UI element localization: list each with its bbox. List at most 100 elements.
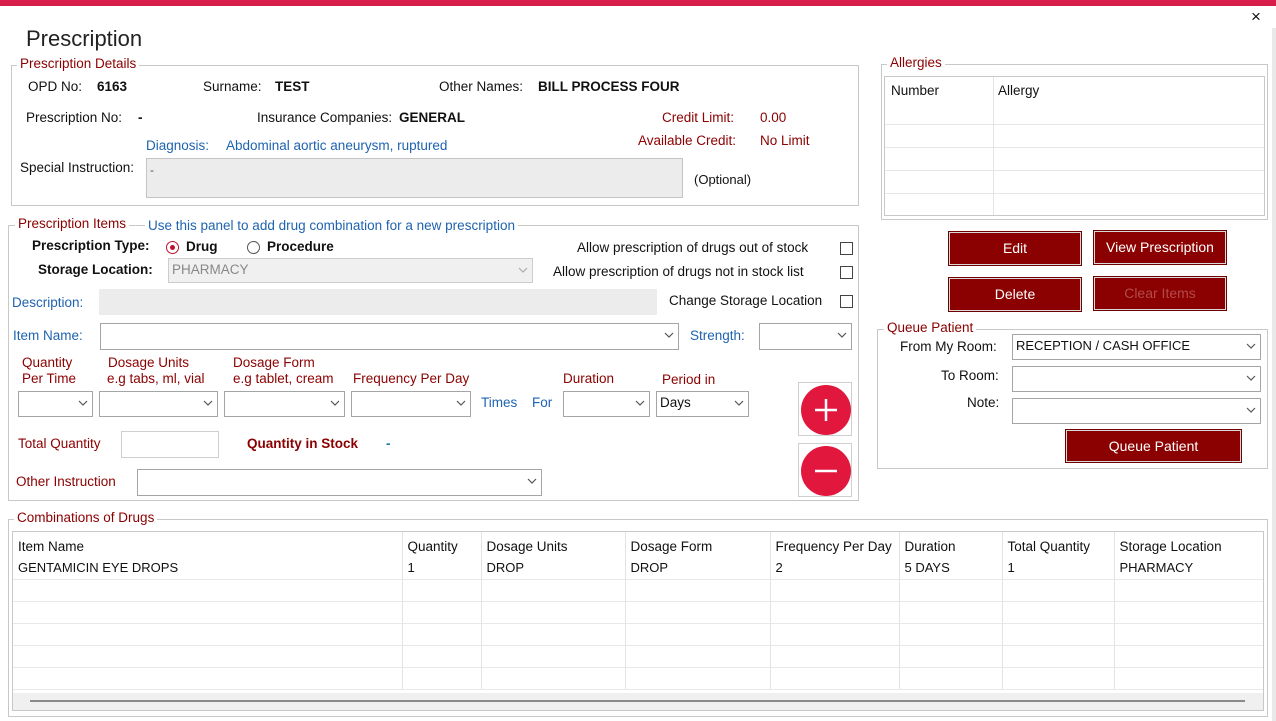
queue-patient-button[interactable]: Queue Patient	[1065, 429, 1242, 463]
from-room-value: RECEPTION / CASH OFFICE	[1016, 338, 1191, 353]
allow-not-in-list-label: Allow prescription of drugs not in stock…	[553, 264, 804, 279]
remove-item-button[interactable]	[798, 443, 852, 497]
surname-label: Surname:	[203, 79, 262, 94]
prescription-no-value: -	[138, 110, 143, 125]
cell-total-quantity: 1	[1002, 557, 1115, 580]
strength-select[interactable]	[759, 323, 852, 350]
quantity-per-time-label: Quantity Per Time	[22, 355, 77, 386]
chevron-down-icon	[664, 324, 674, 338]
credit-limit-label: Credit Limit:	[662, 110, 735, 125]
procedure-radio[interactable]	[247, 241, 260, 254]
special-instruction-field[interactable]: -	[146, 158, 683, 198]
queue-patient-legend: Queue Patient	[884, 320, 977, 335]
table-row	[13, 623, 1263, 646]
duration-select[interactable]	[563, 391, 650, 417]
col-quantity[interactable]: Quantity	[402, 532, 482, 557]
note-select[interactable]	[1012, 398, 1261, 424]
storage-location-select[interactable]: PHARMACY	[168, 258, 533, 283]
for-label: For	[532, 395, 553, 410]
allow-not-in-list-checkbox[interactable]	[840, 266, 853, 279]
chevron-down-icon	[1246, 335, 1256, 349]
other-instruction-select[interactable]	[137, 469, 542, 496]
other-names-value: BILL PROCESS FOUR	[538, 79, 680, 94]
opd-value: 6163	[97, 79, 128, 94]
dosage-form-label: Dosage Form e.g tablet, cream	[233, 355, 334, 386]
from-room-label: From My Room:	[900, 339, 997, 354]
optional-label: (Optional)	[694, 172, 752, 187]
frequency-select[interactable]	[351, 391, 471, 417]
to-room-select[interactable]	[1012, 366, 1261, 392]
col-item-name[interactable]: Item Name	[13, 532, 403, 557]
to-room-label: To Room:	[941, 368, 999, 383]
prescription-items-legend: Prescription Items	[15, 216, 130, 231]
other-instruction-label: Other Instruction	[16, 474, 116, 489]
surname-value: TEST	[275, 79, 310, 94]
dosage-units-label: Dosage Units e.g tabs, ml, vial	[107, 355, 205, 386]
allow-out-of-stock-checkbox[interactable]	[840, 242, 853, 255]
edit-button[interactable]: Edit	[948, 231, 1082, 266]
table-row	[13, 579, 1263, 602]
table-row	[13, 601, 1263, 624]
close-icon[interactable]: ×	[1246, 8, 1266, 26]
period-label: Period in	[662, 372, 716, 387]
prescription-type-label: Prescription Type:	[32, 238, 150, 253]
diagnosis-label: Diagnosis:	[146, 138, 210, 153]
description-label: Description:	[12, 295, 84, 310]
item-name-select[interactable]	[100, 323, 679, 350]
credit-limit-value: 0.00	[760, 110, 787, 125]
col-total-quantity[interactable]: Total Quantity	[1002, 532, 1115, 557]
cell-quantity: 1	[402, 557, 482, 580]
storage-location-value: PHARMACY	[172, 262, 249, 277]
other-names-label: Other Names:	[439, 79, 524, 94]
allow-out-of-stock-label: Allow prescription of drugs out of stock	[577, 240, 809, 255]
from-room-select[interactable]: RECEPTION / CASH OFFICE	[1012, 334, 1261, 360]
col-dosage-form[interactable]: Dosage Form	[625, 532, 771, 557]
total-quantity-field[interactable]	[121, 431, 219, 458]
chevron-down-icon	[635, 392, 645, 406]
cell-dosage-form: DROP	[625, 557, 771, 580]
insurance-value: GENERAL	[399, 110, 466, 125]
clear-items-button[interactable]: Clear Items	[1093, 276, 1227, 311]
quantity-in-stock-label: Quantity in Stock	[247, 436, 359, 451]
chevron-down-icon	[1246, 367, 1256, 381]
chevron-down-icon	[456, 392, 466, 406]
drug-radio-label: Drug	[186, 239, 218, 254]
times-label: Times	[481, 395, 518, 410]
view-prescription-button[interactable]: View Prescription	[1093, 230, 1227, 265]
dosage-units-select[interactable]	[99, 391, 218, 417]
chevron-down-icon	[518, 259, 528, 273]
col-storage-location[interactable]: Storage Location	[1114, 532, 1263, 557]
col-dosage-units[interactable]: Dosage Units	[481, 532, 626, 557]
drug-radio[interactable]	[166, 241, 179, 254]
diagnosis-value: Abdominal aortic aneurysm, ruptured	[226, 138, 448, 153]
cell-item-name: GENTAMICIN EYE DROPS	[13, 557, 403, 580]
allergies-col-number: Number	[891, 83, 940, 98]
chevron-down-icon	[837, 324, 847, 338]
procedure-radio-label: Procedure	[267, 239, 334, 254]
add-item-button[interactable]	[798, 382, 852, 436]
window-accent-bar	[0, 0, 1276, 6]
strength-label: Strength:	[690, 328, 745, 343]
plus-icon	[815, 399, 837, 421]
scrollbar-thumb[interactable]	[30, 700, 1245, 702]
change-storage-label: Change Storage Location	[669, 293, 823, 308]
delete-button[interactable]: Delete	[948, 277, 1082, 312]
combinations-legend: Combinations of Drugs	[14, 510, 158, 525]
window-edge	[1272, 28, 1276, 721]
table-row[interactable]: GENTAMICIN EYE DROPS 1 DROP DROP 2 5 DAY…	[13, 557, 1263, 580]
col-duration[interactable]: Duration	[899, 532, 1003, 557]
change-storage-checkbox[interactable]	[840, 295, 853, 308]
col-frequency[interactable]: Frequency Per Day	[770, 532, 900, 557]
prescription-details-legend: Prescription Details	[17, 56, 140, 71]
quantity-per-time-select[interactable]	[18, 391, 93, 417]
period-select[interactable]: Days	[656, 391, 749, 417]
available-credit-value: No Limit	[760, 133, 810, 148]
dosage-form-select[interactable]	[224, 391, 345, 417]
quantity-in-stock-value: -	[386, 436, 391, 451]
cell-storage-location: PHARMACY	[1114, 557, 1263, 580]
allergies-table: Number Allergy	[884, 76, 1265, 216]
horizontal-scrollbar[interactable]	[13, 693, 1263, 710]
chevron-down-icon	[78, 392, 88, 406]
allergies-col-allergy: Allergy	[998, 83, 1040, 98]
description-field[interactable]	[99, 289, 657, 315]
